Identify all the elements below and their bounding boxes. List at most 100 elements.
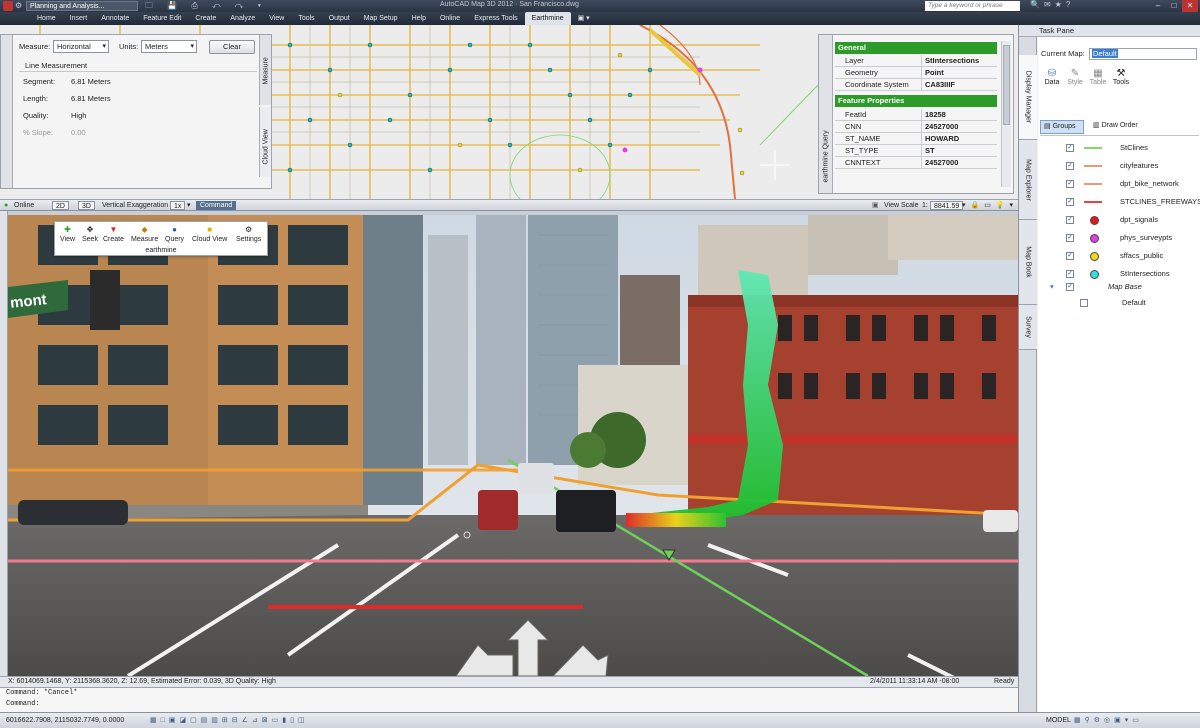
tab-online[interactable]: Online [433, 12, 467, 25]
minimize-button[interactable]: – [1150, 0, 1166, 12]
table-button[interactable]: ▦ Table [1087, 68, 1109, 86]
layer-style-swatch [1090, 216, 1099, 225]
layer-item[interactable]: ✓ STCLINES_FREEWAYS [1038, 195, 1200, 209]
tab-home[interactable]: Home [30, 12, 63, 25]
view-scale-value[interactable]: 8841.59 [930, 201, 964, 210]
tab-insert[interactable]: Insert [63, 12, 95, 25]
data-button[interactable]: ⛁ Data [1041, 68, 1063, 86]
info-center-icons[interactable]: 🔍✉★? [1030, 0, 1074, 9]
current-map-select[interactable]: Default [1089, 48, 1197, 60]
layer-visibility-checkbox[interactable]: ✓ [1066, 270, 1074, 278]
status-tray-icons[interactable]: ▦⚲⚙◎▣▾▭ [1074, 713, 1143, 728]
app-menu-icon[interactable] [3, 1, 13, 11]
coordinates-bar: X: 6014069.1468, Y: 2115368.3620, Z: 12.… [0, 676, 1018, 687]
palette-title-strip[interactable]: earthmine [0, 35, 13, 188]
chevron-down-icon[interactable]: ▾ [187, 201, 191, 210]
layer-item[interactable]: ✓ dpt_signals [1038, 213, 1200, 227]
online-status[interactable]: Online [14, 201, 34, 210]
default-checkbox[interactable] [1080, 299, 1088, 307]
segment-value: 6.81 Meters [71, 77, 111, 86]
layer-item[interactable]: ✓ StIntersections [1038, 267, 1200, 281]
layer-label: cityfeatures [1120, 161, 1159, 170]
maximize-button[interactable]: □ [1166, 0, 1182, 12]
query-scrollbar[interactable] [1001, 41, 1011, 187]
query-title-strip[interactable]: earthmine Query [819, 35, 833, 193]
view-tool[interactable]: ✚ View [60, 225, 75, 243]
layer-style-swatch [1084, 165, 1102, 167]
layer-item[interactable]: ✓ sffacs_public [1038, 249, 1200, 263]
layer-visibility-checkbox[interactable]: ✓ [1066, 234, 1074, 242]
layer-item[interactable]: ✓ cityfeatures [1038, 159, 1200, 173]
layer-visibility-checkbox[interactable]: ✓ [1066, 144, 1074, 152]
layer-label: sffacs_public [1120, 251, 1164, 260]
tab-display-manager[interactable]: Display Manager [1019, 55, 1037, 140]
layer-visibility-checkbox[interactable]: ✓ [1066, 198, 1074, 206]
layer-visibility-checkbox[interactable]: ✓ [1066, 180, 1074, 188]
map-base-group[interactable]: ▾ ✓ Map Base [1038, 280, 1200, 294]
tab-map-book[interactable]: Map Book [1019, 220, 1037, 305]
tab-analyze[interactable]: Analyze [223, 12, 262, 25]
drawing-coordinates: 6016622.7908, 2115032.7749, 0.0000 [6, 717, 125, 724]
tab-earthmine[interactable]: Earthmine [524, 12, 571, 25]
property-row: ST_TYPE ST [835, 145, 997, 157]
close-button[interactable]: ✕ [1182, 0, 1198, 12]
tab-output[interactable]: Output [322, 12, 357, 25]
layer-visibility-checkbox[interactable]: ✓ [1066, 252, 1074, 260]
layer-label: dpt_signals [1120, 215, 1158, 224]
vertical-exaggeration-select[interactable]: 1x [170, 201, 186, 210]
tab-annotate[interactable]: Annotate [94, 12, 136, 25]
command-button[interactable]: Command [196, 201, 237, 210]
model-space-button[interactable]: MODEL [1046, 713, 1071, 728]
tab-feature-edit[interactable]: Feature Edit [136, 12, 188, 25]
tab-cloud-view[interactable]: Cloud View [259, 107, 271, 177]
tab-map-setup[interactable]: Map Setup [357, 12, 405, 25]
layer-visibility-checkbox[interactable]: ✓ [1066, 216, 1074, 224]
default-base-item[interactable]: Default [1038, 296, 1200, 310]
tab-express-tools[interactable]: Express Tools [467, 12, 524, 25]
create-tool[interactable]: ▼ Create [103, 225, 124, 243]
layer-label: dpt_bike_network [1120, 179, 1179, 188]
measure-mode-select[interactable]: Horizontal [53, 40, 109, 53]
length-label: Length: [23, 94, 49, 103]
cloud-view-icon: ■ [207, 225, 213, 234]
groups-icon: ▤ [1044, 123, 1053, 130]
tools-button[interactable]: ⚒ Tools [1110, 68, 1132, 86]
layer-item[interactable]: ✓ StClines [1038, 141, 1200, 155]
expand-chevron-icon[interactable]: ▾ [1050, 280, 1054, 294]
view-2d-button[interactable]: 2D [52, 201, 69, 210]
gear-icon[interactable]: ⚙ [15, 1, 22, 10]
layer-visibility-checkbox[interactable]: ✓ [1066, 162, 1074, 170]
style-button[interactable]: ✎ Style [1064, 68, 1086, 86]
cloud-view-tool[interactable]: ■ Cloud View [192, 225, 227, 243]
task-pane: Task Pane Display Manager Map Explorer M… [1018, 25, 1200, 712]
tab-map-explorer[interactable]: Map Explorer [1019, 140, 1037, 220]
layer-label: phys_surveypts [1120, 233, 1173, 242]
tab-tools[interactable]: Tools [291, 12, 321, 25]
tab-extra-menu[interactable]: ▣ ▾ [571, 12, 597, 25]
groups-tab[interactable]: ▤ Groups [1040, 120, 1084, 134]
measure-tool[interactable]: ◆ Measure [131, 225, 158, 243]
tab-view[interactable]: View [262, 12, 291, 25]
settings-tool[interactable]: ⚙ Settings [236, 225, 261, 243]
status-tray-icons[interactable]: ▾🔒▭💡▾ [962, 201, 1018, 210]
search-input[interactable]: Type a keyword or phrase [925, 1, 1020, 11]
tab-create[interactable]: Create [188, 12, 223, 25]
tab-measure[interactable]: Measure [259, 35, 271, 105]
drafting-toggle-icons[interactable]: ▦□▣◪▢▤▥⊞⊟∠⊿⊠▭▮▯◫ [150, 713, 309, 728]
seek-tool[interactable]: ✥ Seek [82, 225, 98, 243]
units-select[interactable]: Meters [141, 40, 197, 53]
scrollbar-thumb[interactable] [1003, 45, 1010, 125]
viewer-side-strip[interactable] [0, 211, 8, 676]
map-base-checkbox[interactable]: ✓ [1066, 283, 1074, 291]
draw-order-tab[interactable]: ▥ Draw Order [1090, 120, 1148, 134]
workspace-dropdown[interactable]: Planning and Analysis... [26, 1, 138, 11]
layer-item[interactable]: ✓ dpt_bike_network [1038, 177, 1200, 191]
layer-item[interactable]: ✓ phys_surveypts [1038, 231, 1200, 245]
tab-help[interactable]: Help [405, 12, 433, 25]
layer-style-swatch [1090, 252, 1099, 261]
tab-survey[interactable]: Survey [1019, 305, 1037, 350]
view-3d-button[interactable]: 3D [78, 201, 95, 210]
street-view-panorama[interactable]: mont [8, 215, 1018, 676]
query-tool[interactable]: ● Query [165, 225, 184, 243]
clear-button[interactable]: Clear [209, 40, 255, 54]
